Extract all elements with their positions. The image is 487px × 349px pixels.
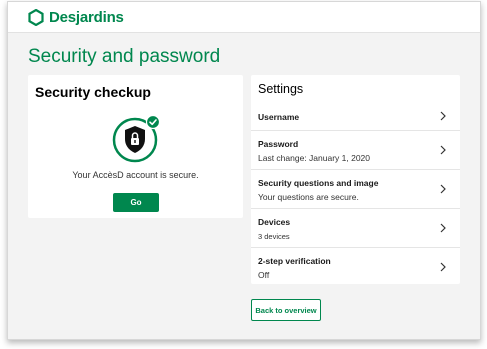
app-window: Desjardins Security and password Securit… <box>7 1 481 340</box>
chevron-right-icon <box>438 145 448 155</box>
go-button[interactable]: Go <box>113 193 159 212</box>
security-checkup-card: Security checkup Your AccèsD account is … <box>28 75 243 218</box>
settings-item-devices[interactable]: Devices 3 devices <box>251 208 460 247</box>
hexagon-logo-icon <box>28 9 44 26</box>
settings-item-label: 2-step verification <box>258 256 331 266</box>
security-status-message: Your AccèsD account is secure. <box>72 170 199 180</box>
page-title: Security and password <box>28 46 221 67</box>
settings-item-detail: Your questions are secure. <box>258 192 359 202</box>
settings-item-username[interactable]: Username <box>251 102 460 130</box>
chevron-right-icon <box>438 111 448 121</box>
settings-item-label: Devices <box>258 217 291 227</box>
settings-item-security-questions[interactable]: Security questions and image Your questi… <box>251 169 460 208</box>
shield-lock-icon <box>112 115 161 163</box>
brand-name: Desjardins <box>49 9 124 26</box>
settings-item-detail: Last change: January 1, 2020 <box>258 153 370 163</box>
top-bar: Desjardins <box>8 2 480 33</box>
check-badge-icon <box>145 115 161 130</box>
chevron-right-icon <box>438 262 448 272</box>
desjardins-logo[interactable]: Desjardins <box>28 9 124 26</box>
settings-title: Settings <box>258 82 304 96</box>
chevron-right-icon <box>438 184 448 194</box>
settings-list: Username Password Last change: January 1… <box>251 102 460 286</box>
settings-item-label: Security questions and image <box>258 178 379 188</box>
settings-item-label: Password <box>258 139 299 149</box>
settings-item-password[interactable]: Password Last change: January 1, 2020 <box>251 130 460 169</box>
back-to-overview-button[interactable]: Back to overview <box>251 299 321 321</box>
settings-item-2-step-verification[interactable]: 2-step verification Off <box>251 247 460 286</box>
settings-item-detail: Off <box>258 270 270 280</box>
chevron-right-icon <box>438 223 448 233</box>
settings-item-detail: 3 devices <box>258 232 290 241</box>
settings-card: Settings Username Password Last change: … <box>251 75 460 284</box>
security-checkup-title: Security checkup <box>35 84 151 100</box>
settings-item-label: Username <box>258 112 300 122</box>
